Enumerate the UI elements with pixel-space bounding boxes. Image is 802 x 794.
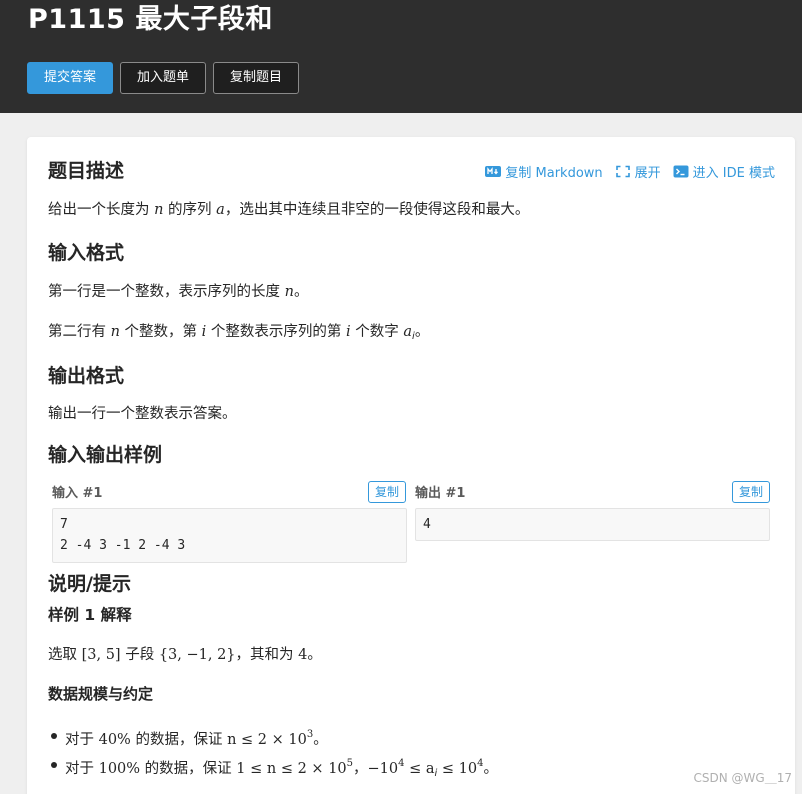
math-expr: ≤ a xyxy=(404,761,435,777)
description-text: 给出一个长度为 n 的序列 a，选出其中连续且非空的一段使得这段和最大。 xyxy=(48,199,529,221)
description-heading: 题目描述 xyxy=(48,160,125,182)
constraints-heading: 数据规模与约定 xyxy=(48,685,154,703)
text-part: 。 xyxy=(483,761,499,777)
terminal-icon xyxy=(673,165,689,177)
problem-card: 复制 Markdown 展开 进入 IDE 模式 题目描述 给出一个长度为 n … xyxy=(27,137,795,794)
text-part: 。 xyxy=(313,732,328,748)
ide-mode-link[interactable]: 进入 IDE 模式 xyxy=(673,162,775,181)
text-part: 个整数表示序列的第 xyxy=(206,324,347,340)
math-var: a xyxy=(403,324,413,340)
copy-problem-button[interactable]: 复制题目 xyxy=(213,62,299,94)
math-var: a xyxy=(216,202,225,218)
description-text-part: 的序列 xyxy=(163,202,217,218)
text-part: 第一行是一个整数，表示序列的长度 xyxy=(48,284,285,300)
text-part: ，其和为 xyxy=(235,647,299,663)
math-expr: n ≤ 2 × 10 xyxy=(227,732,307,748)
list-item: 对于 100% 的数据，保证 1 ≤ n ≤ 2 × 105，−104 ≤ ai… xyxy=(51,752,499,786)
text-part: 的数据，保证 xyxy=(130,732,228,748)
math-expr: ≤ 10 xyxy=(437,761,478,777)
text-part: 个数字 xyxy=(350,324,404,340)
add-to-list-button[interactable]: 加入题单 xyxy=(120,62,206,94)
markdown-icon xyxy=(485,165,502,177)
sample-output-label: 输出 #1 xyxy=(415,486,466,501)
sample-explain-heading: 样例 1 解释 xyxy=(48,606,132,624)
samples-heading: 输入输出样例 xyxy=(48,444,163,466)
copy-output-button[interactable]: 复制 xyxy=(732,481,770,503)
math-expr: −10 xyxy=(367,761,399,777)
text-part: 对于 xyxy=(65,761,99,777)
problem-toolbar: 复制 Markdown 展开 进入 IDE 模式 xyxy=(485,161,775,181)
input-format-line-2: 第二行有 n 个整数，第 i 个整数表示序列的第 i 个数字 ai。 xyxy=(48,321,429,348)
math-var: n xyxy=(110,324,120,340)
input-format-heading: 输入格式 xyxy=(48,242,125,264)
copy-input-button[interactable]: 复制 xyxy=(368,481,406,503)
copy-markdown-link[interactable]: 复制 Markdown xyxy=(485,162,603,181)
submit-button[interactable]: 提交答案 xyxy=(27,62,113,94)
text-part: 。 xyxy=(293,284,309,300)
text-part: ， xyxy=(353,761,368,777)
math-var: n xyxy=(284,284,294,300)
text-part: 第二行有 xyxy=(48,324,111,340)
description-text-part: ，选出其中连续且非空的一段使得这段和最大。 xyxy=(224,202,530,218)
output-format-text: 输出一行一个整数表示答案。 xyxy=(48,406,237,422)
expand-label: 展开 xyxy=(634,165,661,181)
ide-mode-label: 进入 IDE 模式 xyxy=(692,165,775,181)
math-expr: [3, 5] xyxy=(81,647,121,663)
text-part: 子段 xyxy=(120,647,159,663)
expand-icon xyxy=(615,165,630,177)
copy-markdown-label: 复制 Markdown xyxy=(505,165,603,181)
problem-header: P1115 最大子段和 提交答案 加入题单 复制题目 xyxy=(0,0,802,113)
hints-heading: 说明/提示 xyxy=(48,573,131,595)
text-part: 。 xyxy=(307,647,322,663)
watermark: CSDN @WG＿17 xyxy=(693,771,792,785)
math-expr: 40% xyxy=(98,732,131,748)
sample-input-label: 输入 #1 xyxy=(52,486,103,501)
text-part: 。 xyxy=(414,324,430,340)
text-part: 的数据，保证 xyxy=(140,761,237,777)
sample-explain-text: 选取 [3, 5] 子段 {3, −1, 2}，其和为 4。 xyxy=(48,644,322,666)
math-expr: {3, −1, 2} xyxy=(158,647,236,663)
list-item: 对于 40% 的数据，保证 n ≤ 2 × 103。 xyxy=(51,723,498,752)
text-part: 个整数，第 xyxy=(119,324,202,340)
input-format-line-1: 第一行是一个整数，表示序列的长度 n。 xyxy=(48,281,308,303)
math-expr: 1 ≤ n ≤ 2 × 10 xyxy=(236,761,347,777)
math-expr: 100% xyxy=(98,761,141,777)
text-part: 选取 xyxy=(48,647,82,663)
sample-input-box: 7 2 -4 3 -1 2 -4 3 xyxy=(52,508,407,563)
expand-link[interactable]: 展开 xyxy=(615,162,661,181)
output-format-heading: 输出格式 xyxy=(48,365,125,387)
math-expr: 4 xyxy=(298,647,308,663)
constraints-list: 对于 40% 的数据，保证 n ≤ 2 × 103。 对于 100% 的数据，保… xyxy=(51,723,499,786)
description-text-part: 给出一个长度为 xyxy=(48,202,155,218)
text-part: 对于 xyxy=(65,732,99,748)
page-title: P1115 最大子段和 xyxy=(28,4,273,35)
sample-output-box: 4 xyxy=(415,508,770,541)
